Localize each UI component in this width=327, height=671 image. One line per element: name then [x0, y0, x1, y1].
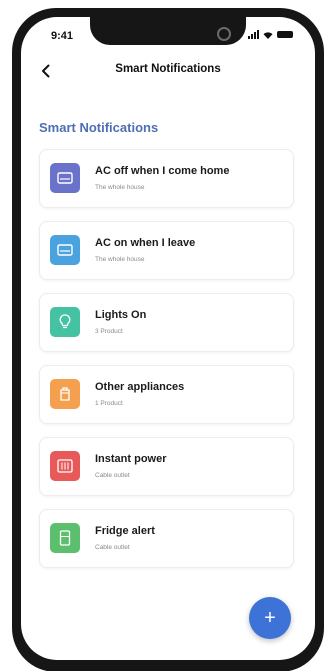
notification-title: AC off when I come home — [95, 165, 230, 177]
status-time: 9:41 — [51, 30, 74, 42]
camera-icon — [217, 27, 231, 41]
notification-title: Fridge alert — [95, 525, 155, 537]
signal-icon — [248, 30, 259, 39]
wifi-icon — [263, 31, 273, 39]
notification-subtitle: 1 Product — [95, 400, 123, 407]
notification-subtitle: 3 Product — [95, 328, 123, 335]
notification-title: Lights On — [95, 309, 147, 321]
notification-card-fridge-alert[interactable]: Fridge alert Cable outlet — [39, 509, 294, 568]
notification-subtitle: The whole house — [95, 184, 145, 191]
fridge-icon — [50, 523, 80, 553]
notification-card-ac-off[interactable]: AC off when I come home The whole house — [39, 149, 294, 208]
ac-unit-icon — [50, 235, 80, 265]
notification-subtitle: Cable outlet — [95, 472, 130, 479]
page-title: Smart Notifications — [115, 63, 221, 75]
light-bulb-icon — [50, 307, 80, 337]
notification-list: AC off when I come home The whole house … — [39, 149, 294, 581]
notification-card-instant-power[interactable]: Instant power Cable outlet — [39, 437, 294, 496]
notification-title: Instant power — [95, 453, 167, 465]
notification-subtitle: Cable outlet — [95, 544, 130, 551]
notification-card-lights-on[interactable]: Lights On 3 Product — [39, 293, 294, 352]
status-icons — [248, 30, 293, 39]
appliance-icon — [50, 379, 80, 409]
plus-icon: + — [264, 606, 276, 629]
notification-card-other-appliances[interactable]: Other appliances 1 Product — [39, 365, 294, 424]
power-grid-icon — [50, 451, 80, 481]
notification-title: Other appliances — [95, 381, 185, 393]
phone-body: 9:41 Smart Notifications Smart Notificat… — [12, 8, 324, 671]
phone-screen: 9:41 Smart Notifications Smart Notificat… — [21, 17, 315, 660]
ac-unit-icon — [50, 163, 80, 193]
battery-icon — [277, 31, 293, 38]
notification-subtitle: The whole house — [95, 256, 145, 263]
section-title: Smart Notifications — [39, 120, 159, 135]
nav-bar: Smart Notifications — [21, 59, 315, 83]
app-frame: 9:41 Smart Notifications Smart Notificat… — [0, 0, 327, 671]
add-notification-button[interactable]: + — [249, 597, 291, 639]
notification-title: AC on when I leave — [95, 237, 196, 249]
notification-card-ac-on[interactable]: AC on when I leave The whole house — [39, 221, 294, 280]
